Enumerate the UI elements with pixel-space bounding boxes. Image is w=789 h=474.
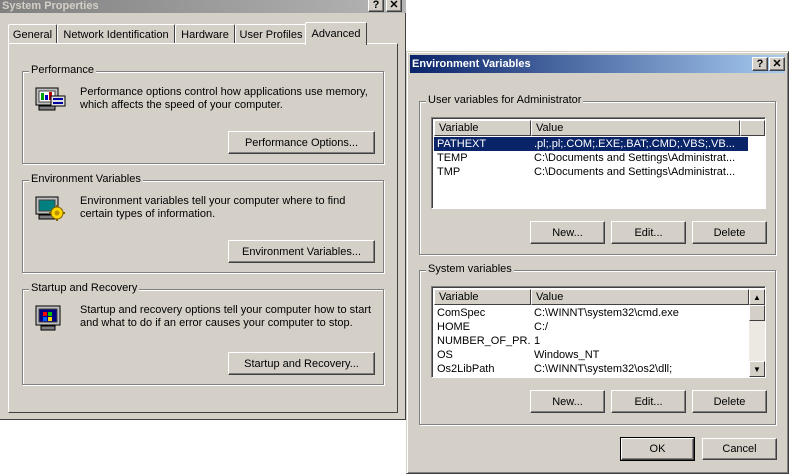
environment-group: Environment Variables Environment variab… bbox=[22, 173, 384, 273]
close-icon: ✕ bbox=[772, 57, 782, 70]
arrow-down-icon: ▼ bbox=[753, 364, 761, 374]
ok-button[interactable]: OK bbox=[620, 437, 695, 461]
user-new-button[interactable]: New... bbox=[530, 221, 605, 244]
tab-advanced[interactable]: Advanced bbox=[305, 22, 367, 45]
cancel-button[interactable]: Cancel bbox=[702, 438, 777, 460]
startup-recovery-button[interactable]: Startup and Recovery... bbox=[228, 352, 375, 375]
environment-variables-button[interactable]: Environment Variables... bbox=[228, 240, 375, 263]
arrow-up-icon: ▲ bbox=[753, 292, 761, 302]
system-properties-title: System Properties bbox=[2, 0, 99, 12]
performance-group: Performance Performance options control … bbox=[22, 64, 384, 164]
system-edit-button[interactable]: Edit... bbox=[611, 390, 686, 413]
system-properties-titlebar[interactable]: System Properties bbox=[0, 0, 406, 13]
performance-description: Performance options control how applicat… bbox=[80, 86, 368, 111]
scroll-thumb[interactable] bbox=[749, 305, 765, 321]
column-filler bbox=[740, 120, 765, 136]
environment-group-title: Environment Variables bbox=[29, 173, 143, 185]
startup-description: Startup and recovery options tell your c… bbox=[80, 304, 372, 329]
system-variables-list[interactable]: Variable Value ComSpec C:\WINNT\system32… bbox=[431, 286, 766, 378]
scroll-down-button[interactable]: ▼ bbox=[749, 361, 765, 377]
close-button[interactable]: ✕ bbox=[386, 0, 402, 12]
tab-network-identification[interactable]: Network Identification bbox=[57, 24, 175, 44]
environment-variables-titlebar[interactable]: Environment Variables bbox=[410, 55, 785, 73]
environment-variables-dialog: Environment Variables ? ✕ User variables… bbox=[406, 51, 789, 474]
startup-group-title: Startup and Recovery bbox=[29, 282, 140, 294]
system-variables-group-title: System variables bbox=[426, 263, 514, 275]
system-variables-group: System variables Variable Value ComSpec … bbox=[419, 263, 776, 425]
performance-icon bbox=[35, 87, 66, 111]
list-item[interactable]: HOME C:/ bbox=[434, 320, 748, 334]
user-variables-group: User variables for Administrator Variabl… bbox=[419, 94, 776, 255]
performance-options-button[interactable]: Performance Options... bbox=[228, 131, 375, 154]
user-list-header: Variable Value bbox=[434, 120, 765, 136]
environment-description: Environment variables tell your computer… bbox=[80, 195, 346, 220]
scroll-up-button[interactable]: ▲ bbox=[749, 289, 765, 305]
user-delete-button[interactable]: Delete bbox=[692, 221, 767, 244]
user-variables-list[interactable]: Variable Value PATHEXT .pl;.pl;.COM;.EXE… bbox=[431, 117, 766, 209]
user-variables-group-title: User variables for Administrator bbox=[426, 94, 584, 106]
column-variable[interactable]: Variable bbox=[434, 289, 531, 305]
list-item[interactable]: OS Windows_NT bbox=[434, 348, 748, 362]
list-item[interactable]: TMP C:\Documents and Settings\Administra… bbox=[434, 165, 748, 179]
column-variable[interactable]: Variable bbox=[434, 120, 531, 136]
environment-icon bbox=[35, 196, 65, 221]
list-item[interactable]: Os2LibPath C:\WINNT\system32\os2\dll; bbox=[434, 362, 748, 376]
column-value[interactable]: Value bbox=[531, 120, 740, 136]
close-icon: ✕ bbox=[389, 0, 399, 11]
startup-recovery-icon bbox=[35, 305, 61, 331]
tab-general[interactable]: General bbox=[8, 24, 57, 44]
user-edit-button[interactable]: Edit... bbox=[611, 221, 686, 244]
environment-variables-title: Environment Variables bbox=[412, 58, 531, 70]
column-value[interactable]: Value bbox=[531, 289, 749, 305]
system-list-scrollbar[interactable]: ▲ ▼ bbox=[749, 289, 765, 377]
list-item[interactable]: TEMP C:\Documents and Settings\Administr… bbox=[434, 151, 748, 165]
system-delete-button[interactable]: Delete bbox=[692, 390, 767, 413]
system-properties-window: System Properties ? ✕ General Network Id… bbox=[0, 0, 406, 420]
startup-group: Startup and Recovery Startup and recover… bbox=[22, 282, 384, 385]
system-new-button[interactable]: New... bbox=[530, 390, 605, 413]
performance-group-title: Performance bbox=[29, 64, 96, 76]
system-list-header: Variable Value bbox=[434, 289, 749, 305]
tab-hardware[interactable]: Hardware bbox=[175, 24, 235, 44]
advanced-panel: Performance Performance options control … bbox=[8, 43, 398, 413]
list-item[interactable]: NUMBER_OF_PR... 1 bbox=[434, 334, 748, 348]
tab-user-profiles[interactable]: User Profiles bbox=[235, 24, 307, 44]
dialog-close-button[interactable]: ✕ bbox=[769, 57, 785, 71]
help-button[interactable]: ? bbox=[368, 0, 384, 12]
dialog-help-button[interactable]: ? bbox=[752, 57, 768, 71]
list-item[interactable]: PATHEXT .pl;.pl;.COM;.EXE;.BAT;.CMD;.VBS… bbox=[434, 137, 748, 151]
list-item[interactable]: ComSpec C:\WINNT\system32\cmd.exe bbox=[434, 306, 748, 320]
